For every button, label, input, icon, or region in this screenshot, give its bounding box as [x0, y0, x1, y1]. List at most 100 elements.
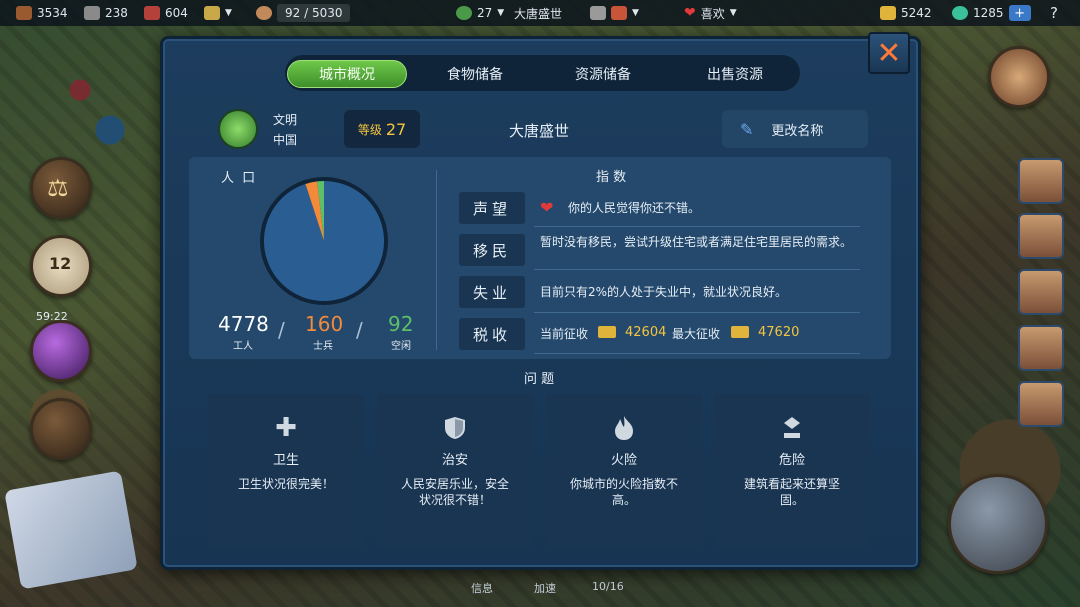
gems-resource[interactable]: 1285 + — [952, 0, 1031, 26]
backpack-button[interactable] — [30, 398, 92, 460]
info-label[interactable]: 信息 — [471, 580, 493, 596]
problem-desc: 卫生状况很完美！ — [237, 477, 334, 491]
separator: / — [278, 318, 285, 342]
close-button[interactable]: ✕ — [868, 32, 910, 74]
ore-count: 604 — [165, 6, 188, 20]
health-cross-icon: ✚ — [275, 413, 297, 443]
population-count: 92 / 5030 — [277, 4, 351, 22]
ore-icon — [144, 6, 160, 20]
row-divider — [534, 226, 860, 227]
index-label-tax: 税收 — [459, 318, 525, 350]
scales-button[interactable]: ⚖ — [30, 157, 92, 219]
chevron-down-icon: ▼ — [632, 8, 639, 18]
problem-title: 危险 — [778, 453, 805, 468]
separator: / — [356, 318, 363, 342]
problem-desc: 你城市的火险指数不高。 — [569, 477, 678, 507]
advisor-avatar[interactable] — [988, 46, 1050, 108]
population-title: 人 口 — [221, 171, 258, 186]
calendar-button[interactable]: 12 — [30, 235, 92, 297]
gold-ingot-icon — [731, 326, 749, 338]
soldiers-label: 士兵 — [313, 341, 333, 352]
row-divider — [534, 312, 860, 313]
row-divider — [534, 353, 860, 354]
scales-icon: ⚖ — [47, 174, 69, 202]
population-resource[interactable]: 92 / 5030 — [256, 0, 351, 26]
city-name: 大唐盛世 — [509, 122, 570, 140]
feather-icon — [590, 6, 606, 20]
help-button[interactable]: ? — [1050, 0, 1058, 26]
problem-card-security: 治安 人民安居乐业，安全状况很不错！ — [377, 394, 533, 549]
index-label-immigration: 移民 — [459, 234, 525, 266]
wood-resource[interactable]: 3534 — [16, 0, 68, 26]
workers-count: 4778 — [218, 312, 269, 336]
problem-title: 卫生 — [272, 453, 299, 468]
ore-resource[interactable]: 604 — [144, 0, 188, 26]
gold-resource[interactable]: 5242 — [880, 0, 932, 26]
tab-sell-resources[interactable]: 出售资源 — [675, 60, 795, 88]
civ-emblem-icon — [456, 6, 472, 20]
problem-desc: 人民安居乐业，安全状况很不错！ — [400, 477, 509, 507]
problem-desc: 建筑看起来还算坚固。 — [743, 477, 840, 507]
potion-button[interactable] — [30, 320, 92, 382]
tab-food-reserve[interactable]: 食物储备 — [415, 60, 535, 88]
tab-city-overview[interactable]: 城市概况 — [287, 60, 407, 88]
mood-dropdown[interactable]: ❤ 喜欢 ▼ — [684, 0, 737, 26]
idle-count: 92 — [388, 312, 414, 336]
hammer-build-button[interactable] — [948, 474, 1048, 574]
queue-count-label: 10/16 — [592, 580, 624, 593]
citizen-icon — [256, 6, 272, 20]
torch-icon — [611, 6, 627, 20]
wood-count: 3534 — [37, 6, 68, 20]
research-dropdown[interactable]: ▼ — [590, 0, 639, 26]
problem-card-fire: 火险 你城市的火险指数不高。 — [546, 394, 702, 549]
close-icon: ✕ — [876, 35, 902, 71]
indices-title: 指 数 — [596, 170, 627, 185]
problem-title: 火险 — [610, 453, 637, 468]
prestige-text: 你的人民觉得你还不错。 — [568, 201, 701, 215]
general-portrait[interactable] — [1018, 213, 1064, 259]
buy-gems-button[interactable]: + — [1008, 5, 1031, 21]
tools-count: 238 — [105, 6, 128, 20]
problem-card-health: ✚ 卫生 卫生状况很完美！ — [208, 394, 364, 549]
tax-current-value: 42604 — [625, 325, 667, 340]
soldiers-count: 160 — [305, 312, 344, 336]
chevron-down-icon: ▼ — [729, 8, 737, 18]
gold-ingot-icon — [598, 326, 616, 338]
problem-card-danger: 危险 建筑看起来还算坚固。 — [714, 394, 870, 549]
index-label-unemployment: 失业 — [459, 276, 525, 308]
goods-dropdown[interactable]: ▼ — [204, 0, 232, 26]
problems-title: 问 题 — [524, 372, 555, 387]
gold-icon — [880, 6, 896, 20]
civ-label: 文明 — [273, 113, 298, 127]
culture-resource[interactable]: 27 ▼ — [456, 0, 504, 26]
chevron-down-icon: ▼ — [497, 8, 505, 18]
civ-dragon-icon — [218, 109, 258, 149]
collapse-warning-icon — [780, 416, 804, 440]
top-resource-bar: 3534 238 604 ▼ 92 / 5030 27 ▼ 大唐盛世 ▼ ❤ 喜… — [0, 0, 1080, 26]
level-badge: 等级 27 — [344, 110, 420, 148]
rename-button[interactable]: ✎ 更改名称 — [722, 110, 868, 148]
gold-count: 5242 — [901, 6, 932, 20]
civ-name: 中国 — [273, 133, 298, 147]
tools-resource[interactable]: 238 — [84, 0, 128, 26]
general-portrait[interactable] — [1018, 158, 1064, 204]
general-portrait[interactable] — [1018, 269, 1064, 315]
level-value: 27 — [385, 119, 407, 139]
blueprint-build-button[interactable] — [4, 470, 138, 590]
fire-icon — [612, 416, 636, 440]
pencil-icon: ✎ — [740, 119, 754, 139]
mood-label: 喜欢 — [700, 6, 725, 21]
tax-max-label: 最大征收 — [672, 327, 721, 341]
speed-up-label[interactable]: 加速 — [534, 580, 556, 596]
immigration-text: 暂时没有移民，尝试升级住宅或者满足住宅里居民的需求。 — [540, 235, 853, 249]
heart-icon: ❤ — [540, 198, 554, 217]
calendar-icon: 12 — [49, 254, 72, 273]
general-portrait[interactable] — [1018, 325, 1064, 371]
index-label-prestige: 声望 — [459, 192, 525, 224]
shield-icon — [443, 416, 467, 440]
general-portrait[interactable] — [1018, 381, 1064, 427]
tab-resource-reserve[interactable]: 资源储备 — [543, 60, 663, 88]
tab-bar: 城市概况 食物储备 资源储备 出售资源 — [285, 55, 800, 91]
wood-icon — [16, 6, 32, 20]
culture-count: 27 — [477, 6, 493, 20]
